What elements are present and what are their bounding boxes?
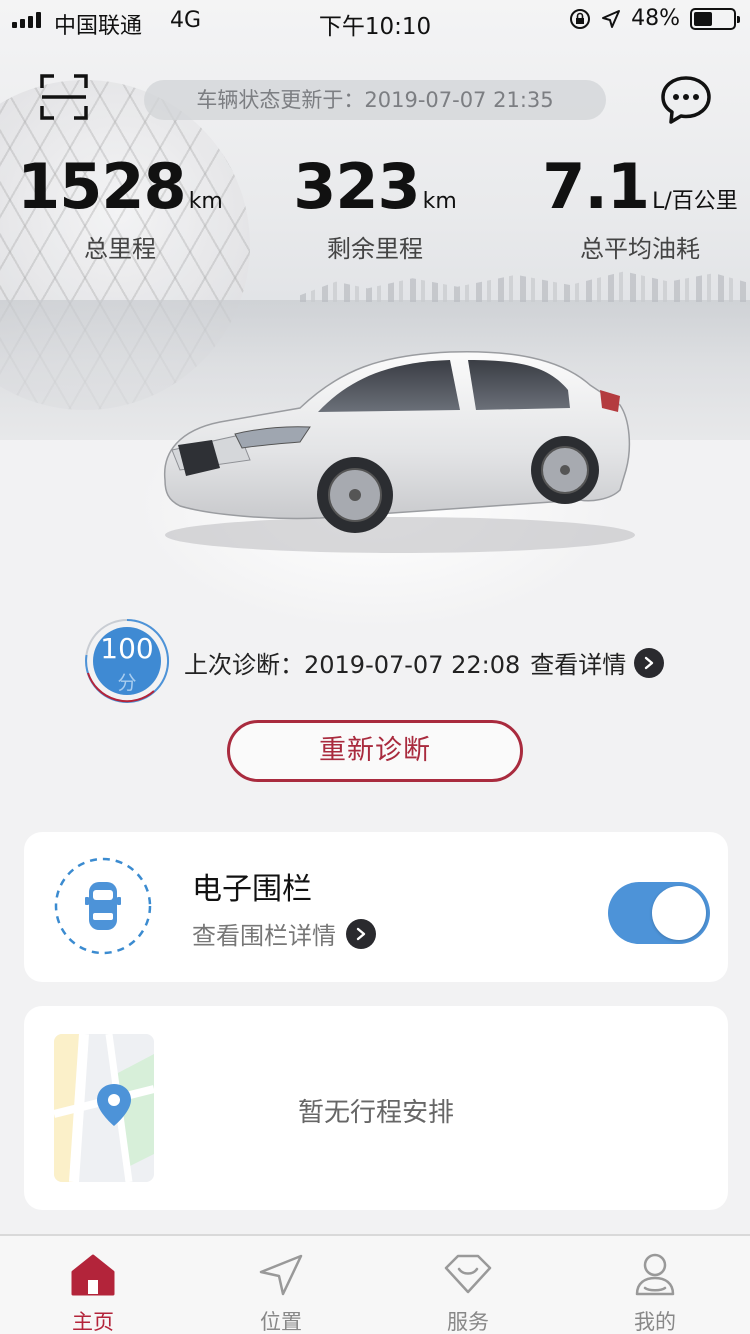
car-image <box>163 350 635 553</box>
geofence-detail-link[interactable]: 查看围栏详情 <box>192 916 376 951</box>
toggle-knob <box>652 886 706 940</box>
tab-service-label: 服务 <box>447 1310 489 1334</box>
geofence-title: 电子围栏 <box>192 872 312 907</box>
tab-location-label: 位置 <box>260 1310 302 1334</box>
remaining-range-unit: km <box>422 189 457 214</box>
battery-icon <box>690 7 740 30</box>
total-mileage-label: 总里程 <box>84 235 156 263</box>
trip-card[interactable]: 暂无行程安排 <box>24 1006 728 1210</box>
diagnosis-score-unit: 分 <box>117 672 137 694</box>
diagnosis-detail-link[interactable]: 查看详情 <box>530 645 626 680</box>
rediagnose-button[interactable]: 重新诊断 <box>227 720 523 782</box>
trip-empty-text: 暂无行程安排 <box>297 1098 454 1128</box>
tab-bar: 主页 位置 服务 我的 <box>0 1234 750 1334</box>
diamond-smile-icon <box>444 1254 492 1294</box>
status-bar: 中国联通 4G 下午10:10 48% <box>0 0 750 40</box>
vehicle-update-time: 车辆状态更新于：2019-07-07 21:35 <box>144 80 606 120</box>
remaining-range-value: 323 <box>293 150 420 223</box>
tab-profile[interactable]: 我的 <box>580 1236 730 1334</box>
avg-fuel-consumption: 7.1 L/百公里 总平均油耗 <box>540 150 740 264</box>
tab-home-label: 主页 <box>72 1310 114 1334</box>
status-right: 48% <box>569 6 740 31</box>
user-icon <box>635 1253 675 1296</box>
city-skyline <box>300 271 750 302</box>
geofence-car-icon <box>54 857 152 955</box>
location-arrow-icon <box>602 9 621 28</box>
scan-button[interactable] <box>40 74 88 120</box>
last-diagnosis-text: 上次诊断：2019-07-07 22:08 <box>184 651 521 679</box>
scan-icon <box>40 74 88 120</box>
navigation-arrow-icon <box>259 1254 303 1296</box>
total-mileage-unit: km <box>188 189 223 214</box>
message-button[interactable] <box>660 74 712 126</box>
tab-profile-label: 我的 <box>634 1310 676 1334</box>
tab-home[interactable]: 主页 <box>18 1236 168 1334</box>
last-diagnosis: 上次诊断：2019-07-07 22:08 查看详情 <box>184 645 665 680</box>
battery-percent: 48% <box>631 6 680 31</box>
tab-location[interactable]: 位置 <box>206 1236 356 1334</box>
diagnosis-score: 100 <box>100 632 154 665</box>
avg-fuel-label: 总平均油耗 <box>580 235 700 263</box>
orientation-lock-icon <box>570 8 591 29</box>
home-icon <box>71 1254 115 1296</box>
geofence-subtitle: 查看围栏详情 <box>192 922 336 950</box>
remaining-range: 323 km 剩余里程 <box>275 150 475 264</box>
chat-bubble-icon <box>661 76 711 124</box>
total-mileage: 1528 km 总里程 <box>10 150 230 264</box>
chevron-right-icon <box>346 918 376 949</box>
remaining-range-label: 剩余里程 <box>327 235 423 263</box>
chevron-right-icon[interactable] <box>634 647 665 678</box>
geofence-card[interactable]: 电子围栏 查看围栏详情 <box>24 832 728 982</box>
geofence-toggle[interactable] <box>608 882 710 944</box>
avg-fuel-unit: L/百公里 <box>652 189 738 214</box>
tab-service[interactable]: 服务 <box>393 1236 543 1334</box>
avg-fuel-value: 7.1 <box>542 150 650 223</box>
total-mileage-value: 1528 <box>17 150 187 223</box>
